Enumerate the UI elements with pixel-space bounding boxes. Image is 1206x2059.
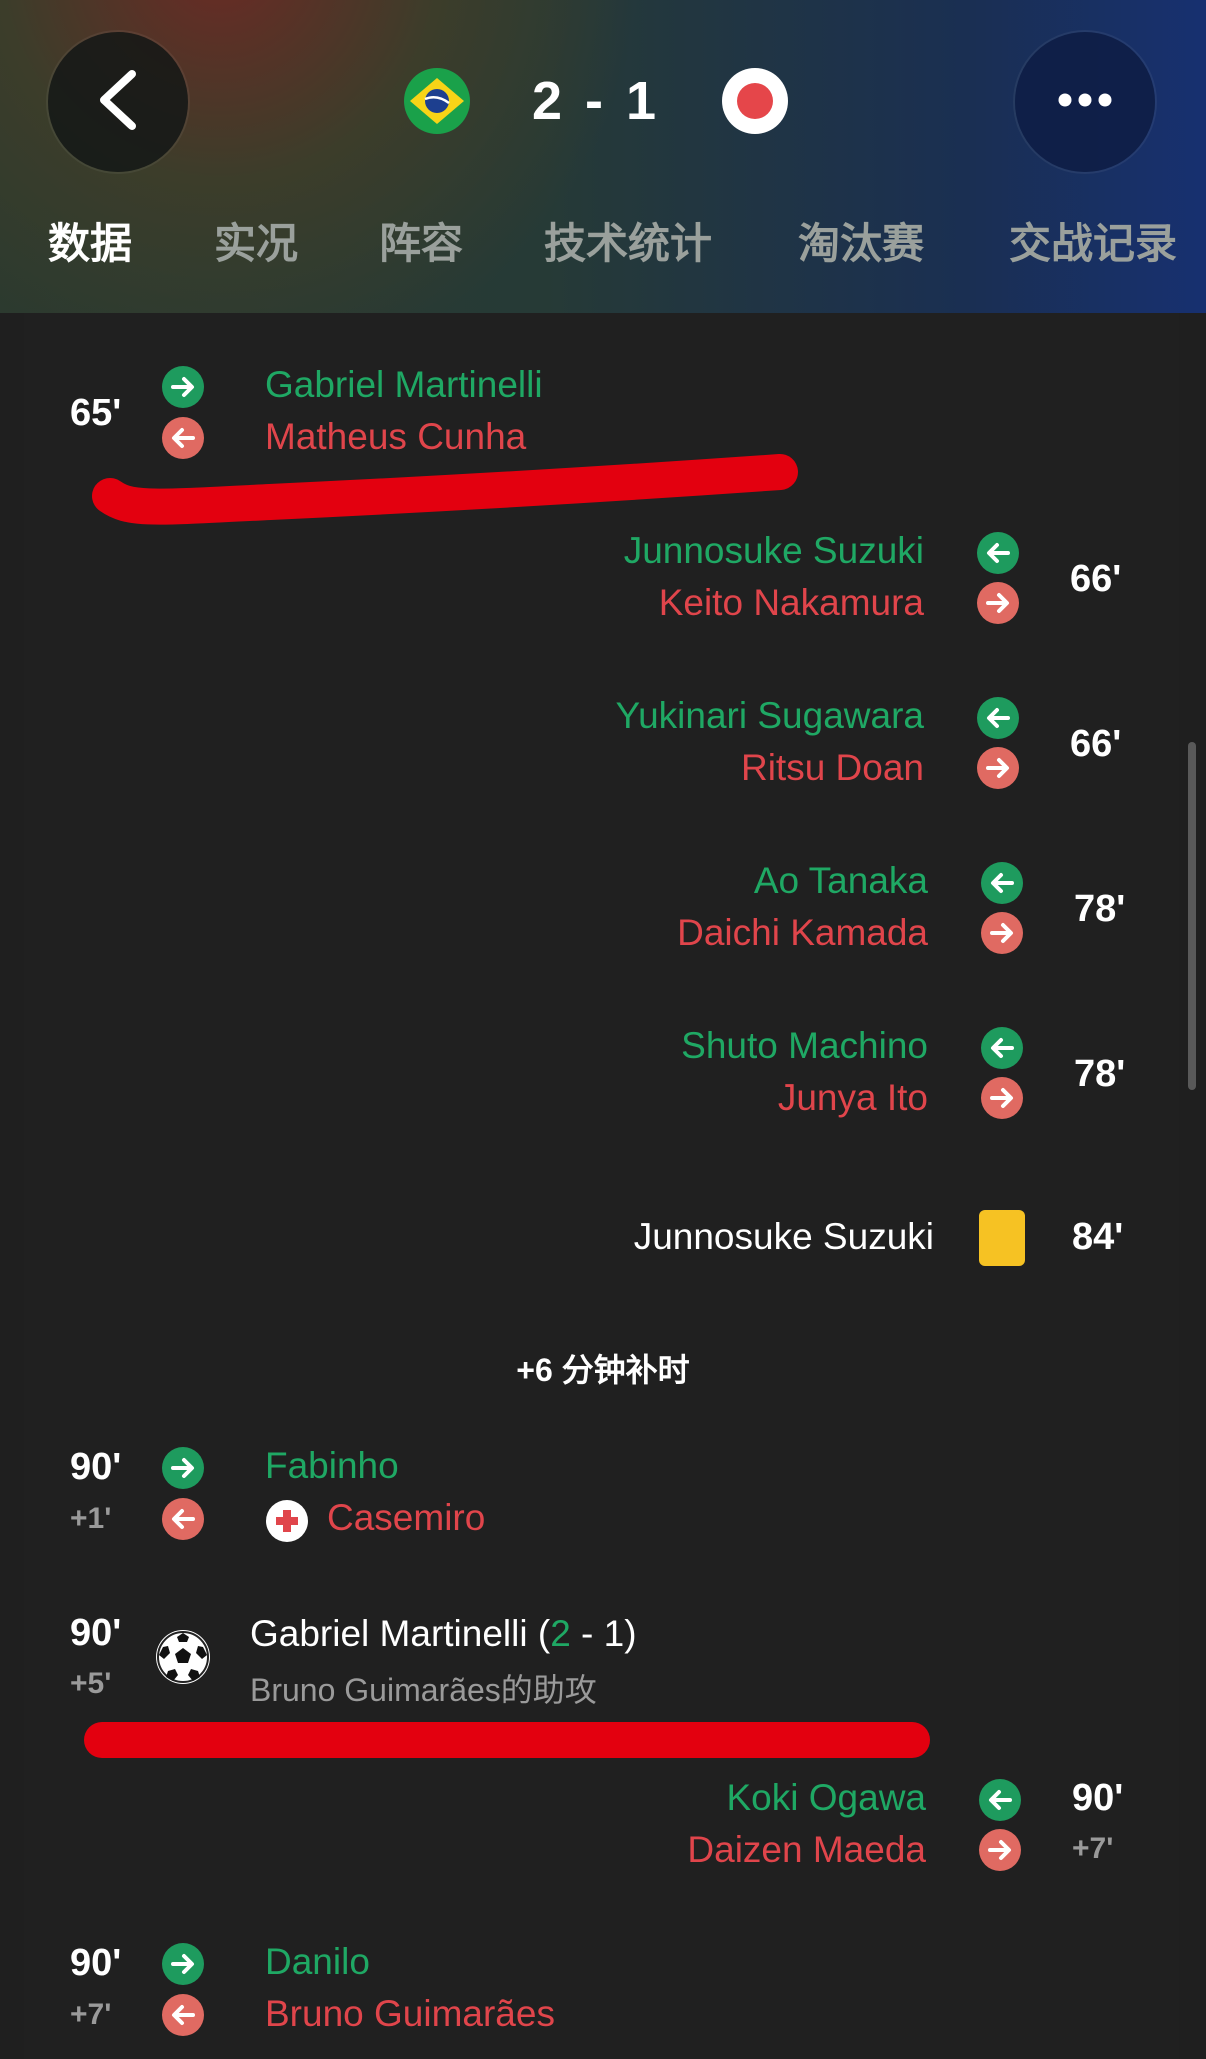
player-out-name[interactable]: Ritsu Doan [741,747,924,789]
sub-out-arrow-icon [977,582,1019,624]
tab-lineup[interactable]: 阵容 [379,210,463,271]
sub-out-arrow-icon [162,1498,204,1540]
highlight-underline-mark [84,1722,930,1758]
sub-out-arrow-icon [981,912,1023,954]
event-extra-minute: +5' [70,1667,112,1700]
back-button[interactable] [48,32,188,172]
event-minute: 84' [1072,1216,1124,1258]
player-in-name[interactable]: Gabriel Martinelli [265,364,543,406]
sub-in-arrow-icon [162,366,204,408]
player-out-name[interactable]: Casemiro [327,1497,485,1539]
event-extra-minute: +7' [70,1998,112,2031]
soccer-ball-icon [156,1630,210,1684]
player-in-name[interactable]: Yukinari Sugawara [615,695,924,737]
player-in-name[interactable]: Fabinho [265,1445,399,1487]
sub-in-arrow-icon [162,1447,204,1489]
brazil-flag-icon [404,68,470,134]
tab-live[interactable]: 实况 [214,210,298,271]
sub-in-arrow-icon [977,697,1019,739]
assist-text: Bruno Guimarães的助攻 [250,1672,597,1708]
tab-knockout[interactable]: 淘汰赛 [798,210,924,271]
japan-flag-icon [722,68,789,134]
carded-player-name[interactable]: Junnosuke Suzuki [634,1216,934,1258]
sub-in-arrow-icon [162,1943,204,1985]
player-in-name[interactable]: Danilo [265,1941,370,1983]
player-in-name[interactable]: Junnosuke Suzuki [624,530,924,572]
sub-out-arrow-icon [977,747,1019,789]
event-minute: 90' [70,1446,122,1488]
tab-bar: 数据 实况 阵容 技术统计 淘汰赛 交战记录 [0,210,1206,272]
player-in-name[interactable]: Koki Ogawa [727,1777,927,1819]
event-minute: 65' [70,392,122,434]
injury-icon [266,1500,308,1542]
sub-out-arrow-icon [162,1994,204,2036]
match-header: 2 - 1 数据 实况 阵容 技术统计 淘汰赛 交战记录 [0,0,1206,313]
player-in-name[interactable]: Shuto Machino [681,1025,928,1067]
tab-head-to-head[interactable]: 交战记录 [1009,210,1177,271]
tab-stats[interactable]: 技术统计 [544,210,712,271]
sub-out-arrow-icon [979,1829,1021,1871]
goal-score-rest: - 1) [570,1613,637,1654]
sub-in-arrow-icon [977,532,1019,574]
scorer-name: Gabriel Martinelli [250,1613,528,1654]
sub-in-arrow-icon [979,1779,1021,1821]
event-extra-minute: +1' [70,1502,112,1535]
event-minute: 90' [1072,1777,1124,1819]
added-time-label: +6 分钟补时 [516,1352,690,1388]
player-out-name[interactable]: Junya Ito [778,1077,928,1119]
goal-scorer[interactable]: Gabriel Martinelli (2 - 1) [250,1613,637,1655]
event-extra-minute: +7' [1072,1832,1114,1865]
goal-score-open: ( [537,1613,551,1654]
tab-data[interactable]: 数据 [48,210,132,271]
more-options-button[interactable] [1015,32,1155,172]
scrollbar[interactable] [1188,742,1196,1090]
match-score: 2 - 1 [532,71,661,131]
chevron-left-icon [94,68,142,136]
player-out-name[interactable]: Bruno Guimarães [265,1993,555,2035]
highlight-underline-mark [90,450,820,534]
event-minute: 90' [70,1942,122,1984]
sub-out-arrow-icon [981,1077,1023,1119]
event-minute: 66' [1070,723,1122,765]
goal-score-home: 2 [550,1613,571,1654]
yellow-card-icon [979,1210,1025,1266]
event-minute: 66' [1070,558,1122,600]
player-out-name[interactable]: Daichi Kamada [677,912,928,954]
player-in-name[interactable]: Ao Tanaka [754,860,928,902]
event-minute: 78' [1074,888,1126,930]
more-dots-icon [1057,92,1113,112]
event-minute: 90' [70,1612,122,1654]
sub-in-arrow-icon [981,862,1023,904]
scoreline: 2 - 1 [404,66,789,136]
player-out-name[interactable]: Daizen Maeda [687,1829,926,1871]
event-minute: 78' [1074,1053,1126,1095]
player-out-name[interactable]: Keito Nakamura [659,582,924,624]
sub-in-arrow-icon [981,1027,1023,1069]
